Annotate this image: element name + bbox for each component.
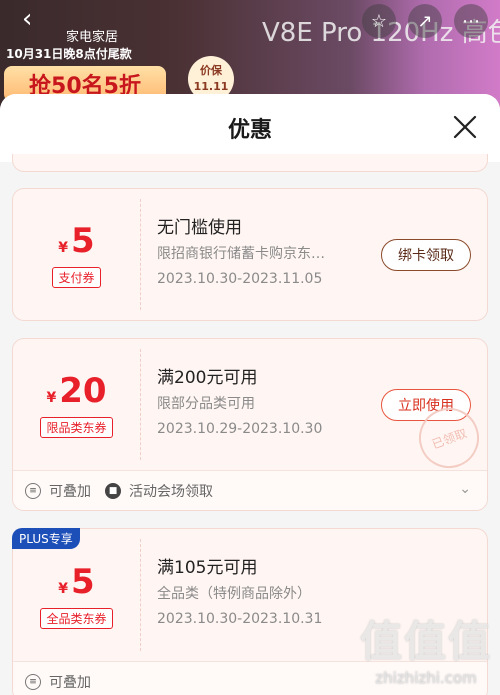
coupon-footer: ≡ 可叠加 ■ 活动会场领取 ⌄ — [13, 470, 487, 510]
banner-category: 家电家居 — [66, 30, 119, 45]
sheet-header: 优惠 — [0, 94, 500, 162]
more-icon[interactable]: ⋯ — [454, 4, 488, 38]
coupon-type-tag: 限品类东券 — [40, 417, 113, 438]
coupon-type-tag: 支付券 — [52, 267, 101, 288]
stackable-label: 可叠加 — [49, 674, 91, 691]
coupon-description: 限部分品类可用 — [157, 396, 255, 412]
close-icon[interactable] — [452, 114, 478, 140]
chevron-down-icon[interactable]: ⌄ — [459, 481, 471, 497]
price-guard-date: 11.11 — [193, 80, 229, 93]
currency-symbol: ¥ — [46, 390, 57, 406]
watermark-logo: 值值值 — [359, 617, 492, 666]
coupon-amount: 5 — [71, 561, 95, 602]
coupon-card: ¥ 20 限品类东券 满200元可用 限部分品类可用 2023.10.29-20… — [12, 338, 488, 511]
coupon-description: 限招商银行储蓄卡购京东… — [157, 246, 325, 262]
top-toolbar: ☆ ↗ ⋯ — [362, 4, 488, 38]
plus-exclusive-badge: PLUS专享 — [12, 528, 80, 549]
venue-icon: ■ — [105, 482, 121, 499]
stack-icon: ≡ — [25, 482, 41, 499]
stackable-info: ≡ 可叠加 — [25, 481, 91, 501]
banner-date-line: 10月31日晚8点付尾款 — [6, 47, 132, 61]
coupon-stub — [12, 154, 488, 172]
coupon-card: ¥ 5 支付券 无门槛使用 限招商银行储蓄卡购京东… 2023.10.30-20… — [12, 188, 488, 321]
currency-symbol: ¥ — [58, 580, 69, 597]
sheet-title: 优惠 — [227, 118, 272, 143]
coupon-validity: 2023.10.30-2023.11.05 — [157, 271, 323, 287]
watermark-text: zhizhizhi.com — [375, 669, 477, 687]
currency-symbol: ¥ — [58, 240, 69, 256]
stack-icon: ≡ — [25, 673, 41, 690]
coupon-value: ¥ 5 支付券 — [13, 189, 140, 320]
coupon-amount: 5 — [71, 221, 95, 261]
share-icon[interactable]: ↗ — [408, 4, 442, 38]
price-guard-label: 价保 — [200, 64, 222, 77]
site-watermark: 值值值 zhizhizhi.com — [360, 608, 492, 687]
claim-source-label: 活动会场领取 — [129, 483, 213, 500]
coupon-value: ¥ 20 限品类东券 — [13, 339, 140, 470]
favorite-icon[interactable]: ☆ — [362, 4, 396, 38]
coupon-sheet: 优惠 ¥ 5 支付券 无门槛使用 限招商银行储蓄卡购京东… 2023.10.30… — [0, 94, 500, 695]
coupon-title: 满105元可用 — [157, 558, 258, 578]
coupon-description: 全品类（特例商品除外） — [157, 586, 311, 602]
coupon-type-tag: 全品类东券 — [40, 607, 113, 629]
back-icon[interactable]: ‹ — [22, 6, 32, 32]
stackable-info: ≡ 可叠加 — [25, 672, 91, 692]
bind-card-claim-button[interactable]: 绑卡领取 — [381, 239, 471, 271]
claim-source-info: ■ 活动会场领取 — [105, 481, 213, 501]
stackable-label: 可叠加 — [49, 483, 91, 500]
coupon-amount: 20 — [59, 371, 107, 411]
